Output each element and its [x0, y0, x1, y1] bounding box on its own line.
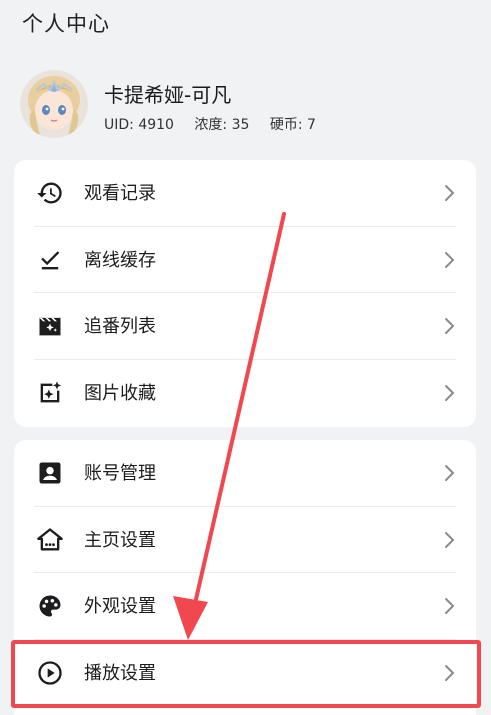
history-icon: [36, 179, 64, 207]
movie-sparkle-icon: [36, 312, 64, 340]
play-circle-icon: [36, 659, 64, 687]
profile-header[interactable]: 卡提希娅-可凡 UID: 4910 浓度: 35 硬币: 7: [20, 70, 470, 140]
menu-item-label: 离线缓存: [84, 249, 156, 271]
avatar[interactable]: [20, 70, 88, 138]
account-box-icon: [36, 459, 64, 487]
menu-group-settings: 账号管理 主页设置 外观设置 播放设置: [14, 440, 476, 715]
menu-item-playback-settings[interactable]: 播放设置: [14, 640, 476, 707]
download-check-icon: [36, 246, 64, 274]
chevron-right-icon: [444, 184, 456, 202]
menu-item-watch-history[interactable]: 观看记录: [14, 160, 476, 227]
coins-text: 硬币: 7: [269, 117, 316, 133]
menu-item-label: 播放设置: [84, 662, 156, 684]
menu-item-home-settings[interactable]: 主页设置: [14, 507, 476, 573]
menu-item-label: 账号管理: [84, 463, 156, 484]
home-settings-icon: [36, 526, 64, 554]
menu-item-label: 追番列表: [84, 316, 156, 337]
menu-group-content: 观看记录 离线缓存 追番列表 图片收藏: [14, 160, 476, 427]
menu-item-appearance[interactable]: 外观设置: [14, 573, 476, 640]
chevron-right-icon: [444, 531, 456, 549]
menu-item-label: 主页设置: [84, 529, 156, 551]
menu-item-account[interactable]: 账号管理: [14, 440, 476, 507]
page-title: 个人中心: [22, 12, 110, 36]
chevron-right-icon: [444, 251, 456, 269]
menu-item-offline-cache[interactable]: 离线缓存: [14, 227, 476, 293]
chevron-right-icon: [444, 664, 456, 682]
image-sparkle-icon: [36, 379, 64, 407]
chevron-right-icon: [444, 384, 456, 402]
chevron-right-icon: [444, 464, 456, 482]
menu-item-label: 图片收藏: [84, 382, 156, 404]
menu-item-label: 观看记录: [84, 183, 156, 204]
menu-item-image-favorites[interactable]: 图片收藏: [14, 360, 476, 427]
uid-text: UID: 4910: [104, 117, 174, 133]
chevron-right-icon: [444, 597, 456, 615]
menu-item-anime-list[interactable]: 追番列表: [14, 293, 476, 360]
user-stats: UID: 4910 浓度: 35 硬币: 7: [104, 114, 332, 134]
level-text: 浓度: 35: [194, 117, 250, 133]
menu-item-label: 外观设置: [84, 596, 156, 617]
palette-icon: [36, 592, 64, 620]
chevron-right-icon: [444, 317, 456, 335]
username: 卡提希娅-可凡: [104, 83, 232, 107]
